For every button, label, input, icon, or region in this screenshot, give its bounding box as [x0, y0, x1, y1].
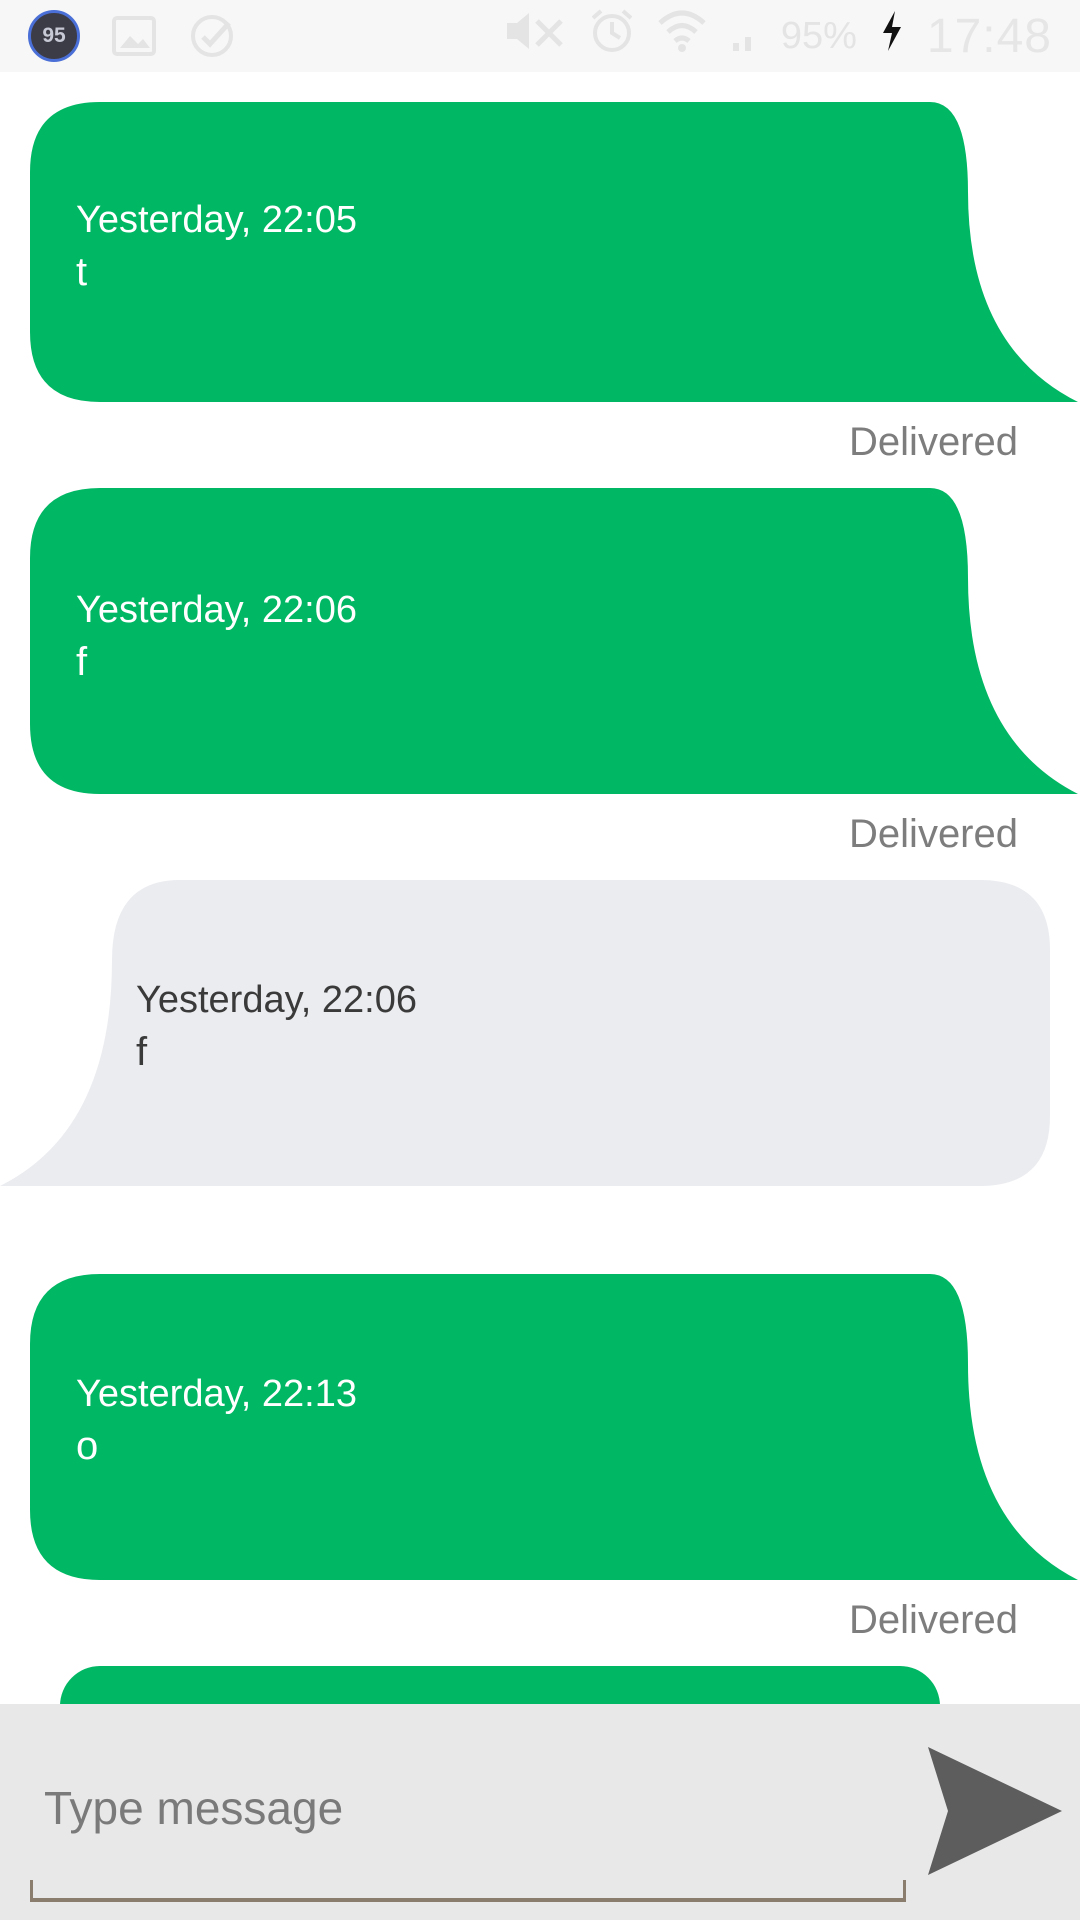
message-timestamp: Yesterday, 22:06	[76, 589, 357, 631]
sent-message-bubble[interactable]: Yesterday, 22:05 t	[30, 102, 1078, 402]
message-timestamp: Yesterday, 22:05	[76, 199, 357, 241]
send-button[interactable]	[918, 1736, 1068, 1886]
message-timestamp: Yesterday, 22:13	[76, 1373, 357, 1415]
clock-time: 17:48	[926, 9, 1052, 63]
send-icon	[928, 1747, 1062, 1875]
wifi-icon	[657, 9, 707, 64]
mute-icon	[501, 9, 567, 64]
signal-icon	[729, 9, 759, 64]
charging-icon	[879, 9, 905, 64]
sent-message-bubble[interactable]: Yesterday, 22:06 f	[30, 488, 1078, 794]
message-text: o	[76, 1424, 99, 1468]
input-underline	[30, 1880, 906, 1902]
received-message-bubble[interactable]: Yesterday, 22:06 f	[0, 880, 1050, 1186]
alarm-icon	[589, 8, 635, 65]
delivery-status: Delivered	[849, 812, 1018, 856]
message-timestamp: Yesterday, 22:06	[136, 979, 417, 1021]
message-text: f	[136, 1030, 148, 1074]
chat-screen: 95 95% 17:48 Yesterday, 22:05 t Delivere…	[0, 0, 1080, 1920]
battery-percent: 95%	[780, 14, 857, 57]
shield-check-icon	[188, 12, 236, 60]
message-text: f	[76, 640, 88, 684]
message-list[interactable]: Yesterday, 22:05 t Delivered Yesterday, …	[0, 72, 1080, 1704]
delivery-status: Delivered	[849, 1598, 1018, 1642]
status-bar: 95 95% 17:48	[0, 0, 1080, 72]
notification-count-badge: 95	[28, 10, 80, 62]
message-text: t	[76, 250, 88, 294]
gallery-icon	[110, 12, 158, 60]
sent-message-bubble[interactable]: Yesterday, 22:13 o	[30, 1274, 1078, 1580]
sent-message-bubble-partial[interactable]	[60, 1666, 940, 1704]
delivery-status: Delivered	[849, 420, 1018, 464]
message-input[interactable]	[30, 1760, 906, 1856]
